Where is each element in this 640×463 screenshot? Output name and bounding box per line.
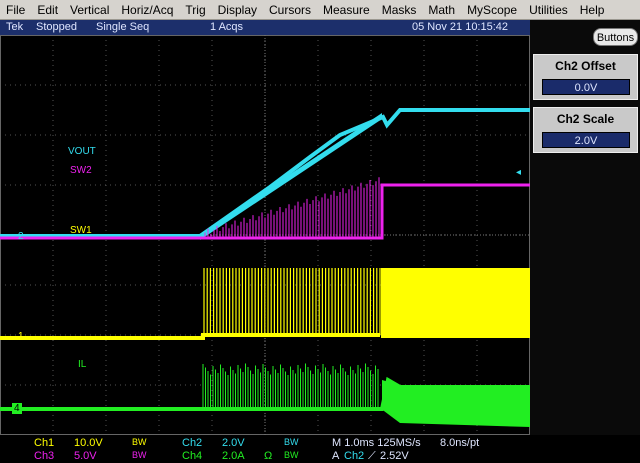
sw1-switching-burst xyxy=(203,268,381,335)
ch2-name[interactable]: Ch2 xyxy=(182,437,202,449)
ch2-scale-title: Ch2 Scale xyxy=(556,112,615,126)
acq-state: Stopped xyxy=(36,21,77,33)
menu-horiz-acq[interactable]: Horiz/Acq xyxy=(115,0,179,20)
menu-help[interactable]: Help xyxy=(574,0,611,20)
vout-label: VOUT xyxy=(68,146,96,157)
menu-trig[interactable]: Trig xyxy=(179,0,211,20)
menu-measure[interactable]: Measure xyxy=(317,0,376,20)
ch3-scale[interactable]: 5.0V xyxy=(74,450,97,462)
sw2-switching-burst xyxy=(204,177,380,238)
menu-masks[interactable]: Masks xyxy=(376,0,423,20)
ch2-bw: BW xyxy=(284,437,299,447)
ch3-name[interactable]: Ch3 xyxy=(34,450,54,462)
ch4-name[interactable]: Ch4 xyxy=(182,450,202,462)
trigger-level[interactable]: 2.52V xyxy=(380,450,409,462)
menu-file[interactable]: File xyxy=(0,0,31,20)
ch4-ground-marker[interactable]: 4 xyxy=(12,403,22,414)
menu-cursors[interactable]: Cursors xyxy=(263,0,317,20)
acq-mode: Single Seq xyxy=(96,21,150,33)
trigger-slope-icon: ⟋ xyxy=(368,450,376,462)
menu-display[interactable]: Display xyxy=(212,0,263,20)
ch3-bw: BW xyxy=(132,450,147,460)
menu-edit[interactable]: Edit xyxy=(31,0,64,20)
ch1-scale[interactable]: 10.0V xyxy=(74,437,103,449)
acq-count: 1 Acqs xyxy=(210,21,244,33)
ch2-scale[interactable]: 2.0V xyxy=(222,437,245,449)
ch4-scale[interactable]: 2.0A xyxy=(222,450,245,462)
sw1-label: SW1 xyxy=(70,225,92,236)
record-resolution: 8.0ns/pt xyxy=(440,437,480,449)
ch2-ground-marker[interactable]: 2 xyxy=(18,231,24,242)
ch4-bw: BW xyxy=(284,450,299,460)
menu-myscope[interactable]: MyScope xyxy=(461,0,523,20)
ch2-scale-value[interactable]: 2.0V xyxy=(542,132,630,148)
menu-bar: File Edit Vertical Horiz/Acq Trig Displa… xyxy=(0,0,640,20)
waveform-display[interactable]: VOUT SW2 SW1 IL 2 1 4 ◂ xyxy=(0,35,530,435)
timebase[interactable]: M 1.0ms 125MS/s xyxy=(332,437,421,449)
il-ripple-burst xyxy=(202,363,379,409)
menu-utilities[interactable]: Utilities xyxy=(523,0,574,20)
sw1-high-frequency-block xyxy=(381,268,530,338)
ch1-bw: BW xyxy=(132,437,147,447)
il-ripple-band xyxy=(382,380,530,427)
ch2-offset-value[interactable]: 0.0V xyxy=(542,79,630,95)
trigger-source[interactable]: Ch2 xyxy=(344,450,364,462)
ch2-scale-control[interactable]: Ch2 Scale 2.0V xyxy=(533,107,638,153)
menu-vertical[interactable]: Vertical xyxy=(64,0,115,20)
trigger-level-arrow-icon: ◂ xyxy=(516,167,522,178)
ch1-name[interactable]: Ch1 xyxy=(34,437,54,449)
channel-readout: Ch1 10.0V BW Ch3 5.0V BW Ch2 2.0V BW Ch4… xyxy=(0,435,640,462)
sw2-label: SW2 xyxy=(70,165,92,176)
buttons-button[interactable]: Buttons xyxy=(593,28,638,46)
il-label: IL xyxy=(78,359,87,370)
ch2-offset-control[interactable]: Ch2 Offset 0.0V xyxy=(533,54,638,100)
datetime: 05 Nov 21 10:15:42 xyxy=(412,21,509,33)
ch2-offset-title: Ch2 Offset xyxy=(555,59,616,73)
ohm-icon: Ω xyxy=(264,450,273,462)
trigger-prefix: A xyxy=(332,450,340,462)
ch1-ground-marker[interactable]: 1 xyxy=(18,331,24,342)
menu-math[interactable]: Math xyxy=(422,0,461,20)
status-bar: Tek Stopped Single Seq 1 Acqs 05 Nov 21 … xyxy=(0,20,530,35)
brand-label: Tek xyxy=(6,21,24,33)
